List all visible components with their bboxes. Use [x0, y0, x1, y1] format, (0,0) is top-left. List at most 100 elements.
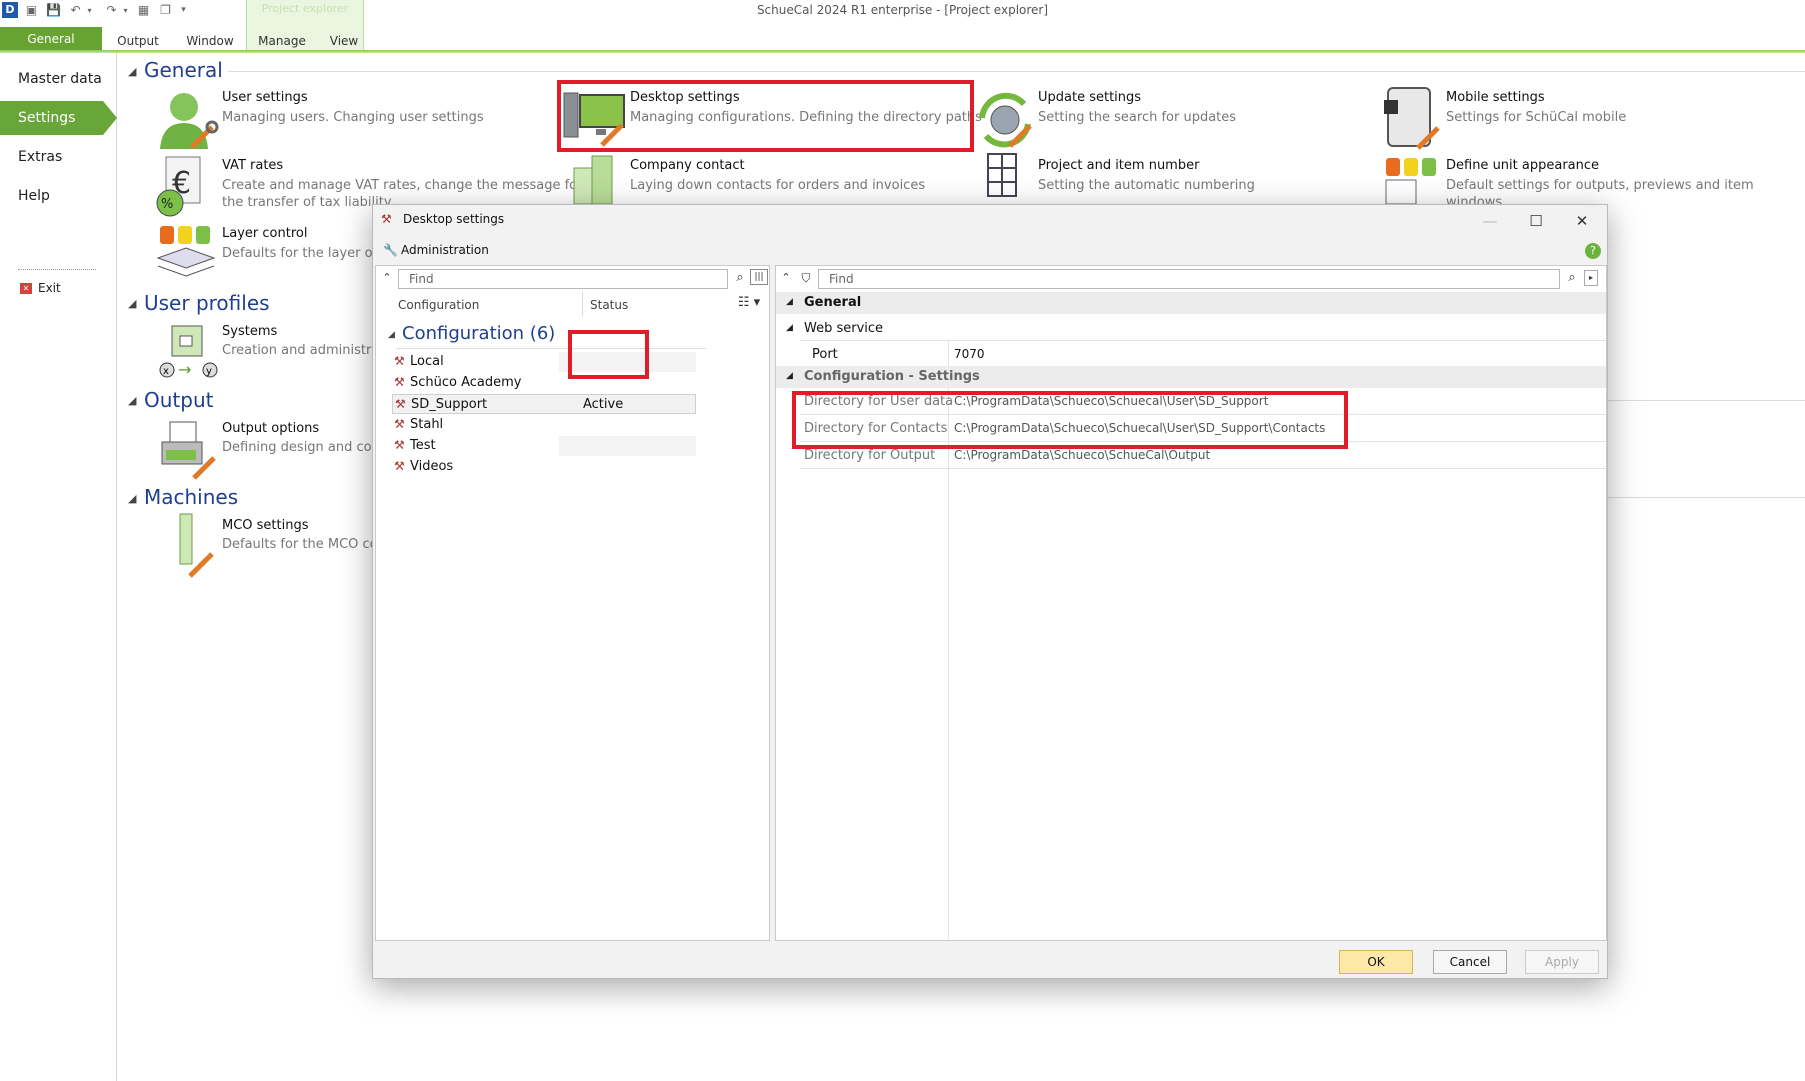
mco-settings-icon[interactable] [176, 512, 222, 578]
filter-icon[interactable]: ⛉ [798, 269, 814, 287]
collapse-up-icon[interactable]: ⌃ [379, 269, 395, 287]
configuration-row[interactable]: ⚒ Test [392, 436, 696, 456]
search-icon[interactable]: ⌕ [1564, 269, 1580, 287]
configuration-row[interactable]: ⚒ Videos [392, 457, 696, 477]
collapse-general-icon[interactable]: ◢ [128, 65, 136, 78]
configuration-row[interactable]: ⚒ Local [392, 352, 696, 372]
undo-icon[interactable]: ↶ [68, 3, 83, 18]
list-options-icon[interactable]: ☷ ▾ [730, 294, 768, 312]
define-unit-appearance-title[interactable]: Define unit appearance [1446, 158, 1599, 173]
administration-button[interactable]: Administration [401, 243, 489, 257]
svg-text:y: y [206, 366, 212, 377]
tab-output[interactable]: Output [112, 31, 164, 51]
collapse-machines-icon[interactable]: ◢ [128, 492, 136, 505]
configuration-name: Local [410, 354, 444, 369]
user-settings-icon[interactable] [154, 87, 220, 153]
redo-dropdown-icon[interactable]: ▾ [118, 3, 133, 18]
configuration-row[interactable]: ⚒ Stahl [392, 415, 696, 435]
nav-extras[interactable]: Extras [0, 140, 117, 174]
column-header-configuration[interactable]: Configuration [398, 298, 479, 312]
minimize-button[interactable]: — [1467, 207, 1513, 235]
configuration-status: Active [583, 397, 624, 412]
configuration-name: Stahl [410, 417, 444, 432]
systems-title[interactable]: Systems [222, 324, 277, 339]
collapse-output-icon[interactable]: ◢ [128, 394, 136, 407]
search-icon[interactable]: ⌕ [732, 269, 748, 287]
configuration-row[interactable]: ⚒ Schüco Academy [392, 373, 696, 393]
maximize-button[interactable]: ☐ [1513, 207, 1559, 235]
layer-control-icon[interactable] [156, 224, 220, 284]
update-settings-desc: Setting the search for updates [1038, 110, 1237, 125]
dir-output-value[interactable]: C:\ProgramData\Schueco\SchueCal\Output [954, 448, 1210, 462]
svg-text:→: → [178, 360, 191, 379]
mobile-settings-icon[interactable] [1382, 86, 1444, 152]
project-number-title[interactable]: Project and item number [1038, 158, 1199, 173]
help-icon[interactable]: ? [1585, 243, 1601, 259]
open-icon[interactable]: ▣ [24, 3, 39, 18]
scroll-right-icon[interactable]: ▸ [1584, 270, 1598, 286]
collapse-up-icon[interactable]: ⌃ [778, 269, 794, 287]
systems-icon[interactable]: x → y [158, 324, 218, 380]
properties-panel: ⌃ ⛉ Find ⌕ ▸ ◢ General ◢ Web service Por… [775, 265, 1607, 942]
row-divider [800, 340, 1606, 341]
column-chooser-icon[interactable]: ||| [750, 269, 768, 285]
section-divider [1608, 400, 1805, 401]
mco-settings-title[interactable]: MCO settings [222, 518, 309, 533]
collapse-group-icon[interactable]: ◢ [388, 330, 395, 340]
undo-dropdown-icon[interactable]: ▾ [82, 3, 97, 18]
port-value[interactable]: 7070 [954, 347, 985, 361]
company-contact-title[interactable]: Company contact [630, 158, 745, 173]
output-options-title[interactable]: Output options [222, 421, 319, 436]
dialog-title: Desktop settings [403, 212, 505, 226]
tab-view[interactable]: View [326, 31, 362, 51]
layer-control-title[interactable]: Layer control [222, 226, 307, 241]
configuration-row[interactable]: ⚒ SD_Support Active [392, 394, 696, 414]
nav-selected-arrow [103, 101, 117, 135]
configuration-find-input[interactable]: Find [398, 269, 728, 289]
collapse-config-category-icon[interactable]: ◢ [786, 371, 793, 381]
nav-master-data[interactable]: Master data [0, 62, 117, 96]
category-configuration-settings: Configuration - Settings [804, 369, 980, 384]
nav-exit[interactable]: ✕ Exit [0, 271, 117, 305]
group-divider [396, 348, 706, 349]
vat-rates-title[interactable]: VAT rates [222, 158, 283, 173]
define-unit-appearance-icon[interactable] [1384, 156, 1440, 204]
cancel-button[interactable]: Cancel [1433, 950, 1507, 974]
collapse-webservice-icon[interactable]: ◢ [786, 323, 793, 333]
column-header-status[interactable]: Status [590, 298, 628, 312]
copy-icon[interactable]: ❐ [158, 3, 173, 18]
redo-icon[interactable]: ↷ [104, 3, 119, 18]
category-general-row[interactable] [776, 292, 1606, 314]
tab-manage[interactable]: Manage [254, 31, 310, 51]
output-options-icon[interactable] [160, 420, 220, 480]
user-settings-title[interactable]: User settings [222, 90, 308, 105]
mobile-settings-title[interactable]: Mobile settings [1446, 90, 1545, 105]
configuration-icon: ⚒ [394, 354, 405, 368]
save-icon[interactable]: 💾 [46, 3, 61, 18]
close-button[interactable]: ✕ [1559, 207, 1605, 235]
update-settings-title[interactable]: Update settings [1038, 90, 1141, 105]
properties-find-input[interactable]: Find [818, 269, 1560, 289]
nav-settings[interactable]: Settings [0, 101, 117, 135]
project-number-icon[interactable] [986, 152, 1020, 204]
ok-button[interactable]: OK [1339, 950, 1413, 974]
customize-toolbar-icon[interactable]: ▾ [176, 3, 191, 18]
configuration-name: Videos [410, 459, 454, 474]
update-settings-icon[interactable] [976, 90, 1034, 150]
configuration-name: Test [410, 438, 436, 453]
tab-general[interactable]: General [0, 27, 102, 51]
app-logo-icon[interactable]: D [2, 2, 18, 18]
configuration-group-header[interactable]: Configuration (6) [402, 323, 555, 344]
collapse-user-profiles-icon[interactable]: ◢ [128, 297, 136, 310]
column-separator [582, 292, 583, 316]
vat-rates-desc-1: Create and manage VAT rates, change the … [222, 178, 583, 193]
directories-highlight [792, 391, 1348, 449]
tab-window[interactable]: Window [182, 31, 238, 51]
vat-rates-icon[interactable]: € % [154, 155, 214, 219]
calculator-icon[interactable]: ▦ [136, 3, 151, 18]
collapse-general-category-icon[interactable]: ◢ [786, 297, 793, 307]
apply-button[interactable]: Apply [1525, 950, 1599, 974]
nav-help[interactable]: Help [0, 179, 117, 213]
mobile-settings-desc: Settings for SchüCal mobile [1446, 110, 1627, 125]
company-contact-icon[interactable] [566, 152, 628, 204]
